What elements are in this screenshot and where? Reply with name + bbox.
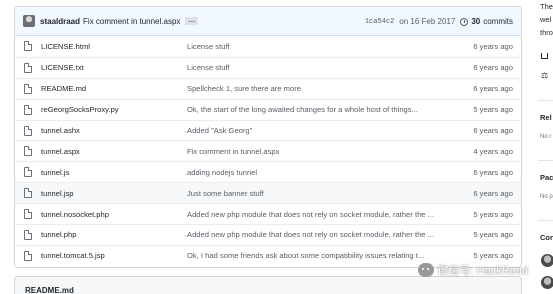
- expand-commit-button[interactable]: …: [185, 17, 199, 25]
- file-icon: [24, 83, 32, 94]
- file-age: 6 years ago: [473, 41, 513, 51]
- releases-note: No r: [540, 134, 552, 140]
- file-commit-message[interactable]: Added "Ask Georg": [187, 126, 252, 135]
- divider: [538, 220, 553, 221]
- about-text-line-3: thro: [540, 28, 553, 37]
- packages-heading[interactable]: Pac: [540, 173, 553, 182]
- file-age: 6 years ago: [473, 84, 513, 94]
- file-name-link[interactable]: LICENSE.html: [41, 42, 90, 51]
- file-commit-message[interactable]: Spellcheck 1, sure there are more: [187, 84, 301, 93]
- file-name-link[interactable]: tunnel.tomcat.5.jsp: [41, 251, 105, 260]
- file-icon: [24, 250, 32, 261]
- commit-message[interactable]: Fix comment in tunnel.aspx: [83, 17, 180, 26]
- contributors-heading[interactable]: Con: [540, 233, 553, 242]
- file-age: 6 years ago: [473, 63, 513, 73]
- file-row[interactable]: tunnel.jsp Just some banner stuff 6 years …: [15, 182, 521, 204]
- file-commit-message[interactable]: License stuff: [187, 63, 230, 72]
- file-age: 4 years ago: [473, 146, 513, 156]
- file-row[interactable]: tunnel.nosocket.php Added new php module …: [15, 203, 521, 224]
- readme-title[interactable]: README.md: [25, 286, 74, 294]
- file-age: 6 years ago: [473, 167, 513, 177]
- contributor-avatar[interactable]: [541, 254, 553, 267]
- commits-link[interactable]: 30 commits: [460, 17, 513, 26]
- file-name-link[interactable]: tunnel.js: [41, 168, 69, 177]
- file-commit-message[interactable]: Fix comment in tunnel.aspx: [187, 147, 279, 156]
- commit-meta: 1ca54c2 on 16 Feb 2017 30 commits: [365, 7, 513, 36]
- file-browser: staaldraad Fix comment in tunnel.aspx … …: [14, 6, 522, 268]
- about-text-line-2: wel: [540, 15, 552, 24]
- file-icon: [24, 41, 32, 52]
- contributor-avatar[interactable]: [541, 276, 553, 289]
- file-row[interactable]: LICENSE.txt License stuff 6 years ago: [15, 56, 521, 78]
- file-row[interactable]: tunnel.js adding nodejs tunnel 6 years ago: [15, 161, 521, 182]
- latest-commit-bar: staaldraad Fix comment in tunnel.aspx … …: [15, 7, 521, 36]
- commits-label: commits: [483, 17, 513, 26]
- file-icon: [24, 125, 32, 136]
- file-icon: [24, 104, 32, 115]
- commit-author[interactable]: staaldraad: [40, 17, 80, 26]
- wechat-watermark: 微信号: HackRead: [417, 262, 528, 278]
- file-age: 5 years ago: [473, 209, 513, 219]
- file-name-link[interactable]: tunnel.nosocket.php: [41, 210, 109, 219]
- file-age: 6 years ago: [473, 126, 513, 135]
- packages-note: No p: [540, 194, 553, 200]
- watermark-text: 微信号: HackRead: [437, 265, 528, 277]
- file-commit-message[interactable]: Added new php module that does not rely …: [187, 230, 434, 239]
- commits-count: 30: [471, 17, 481, 26]
- book-icon: [541, 53, 548, 59]
- releases-heading[interactable]: Rel: [540, 113, 552, 122]
- file-name-link[interactable]: README.md: [41, 84, 86, 93]
- commit-date: on 16 Feb 2017: [399, 17, 456, 26]
- file-name-link[interactable]: tunnel.ashx: [41, 126, 80, 135]
- file-name-link[interactable]: tunnel.aspx: [41, 147, 80, 156]
- file-commit-message[interactable]: Ok, I had some friends ask about some co…: [187, 251, 424, 260]
- history-icon: [460, 17, 469, 26]
- file-row[interactable]: LICENSE.html License stuff 6 years ago: [15, 36, 521, 57]
- file-row[interactable]: tunnel.php Added new php module that does…: [15, 224, 521, 245]
- file-icon: [24, 209, 32, 220]
- file-age: 5 years ago: [473, 230, 513, 240]
- file-icon: [24, 229, 32, 240]
- file-list: LICENSE.html License stuff 6 years ago LICE…: [15, 36, 521, 266]
- file-name-link[interactable]: LICENSE.txt: [41, 63, 84, 72]
- about-sidebar: The wel thro ⚖ Rel No r Pac No p Con: [538, 0, 553, 294]
- divider: [538, 100, 553, 101]
- file-icon: [24, 188, 32, 199]
- file-name-link[interactable]: tunnel.jsp: [41, 189, 74, 198]
- wechat-icon: [417, 263, 434, 277]
- author-avatar[interactable]: [23, 15, 35, 27]
- file-age: 5 years ago: [473, 251, 513, 261]
- file-commit-message[interactable]: License stuff: [187, 42, 230, 51]
- file-row[interactable]: tunnel.aspx Fix comment in tunnel.aspx 4 y…: [15, 140, 521, 161]
- file-row[interactable]: reGeorgSocksProxy.py Ok, the start of the…: [15, 98, 521, 120]
- about-text-line-1: The: [540, 2, 553, 11]
- file-icon: [24, 62, 32, 73]
- file-row[interactable]: tunnel.ashx Added "Ask Georg" 6 years ago: [15, 119, 521, 141]
- divider: [538, 160, 553, 161]
- law-icon: ⚖: [541, 71, 549, 80]
- readme-header: README.md: [14, 276, 522, 294]
- file-commit-message[interactable]: Just some banner stuff: [187, 189, 264, 198]
- file-icon: [24, 167, 32, 178]
- file-icon: [24, 146, 32, 157]
- commit-sha[interactable]: 1ca54c2: [365, 18, 394, 26]
- file-name-link[interactable]: reGeorgSocksProxy.py: [41, 105, 119, 114]
- file-row[interactable]: README.md Spellcheck 1, sure there are mo…: [15, 77, 521, 99]
- file-age: 6 years ago: [473, 188, 513, 198]
- file-commit-message[interactable]: Ok, the start of the long awaited change…: [187, 105, 418, 114]
- file-age: 5 years ago: [473, 105, 513, 115]
- file-commit-message[interactable]: Added new php module that does not rely …: [187, 210, 434, 219]
- file-name-link[interactable]: tunnel.php: [41, 230, 76, 239]
- file-commit-message[interactable]: adding nodejs tunnel: [187, 168, 257, 177]
